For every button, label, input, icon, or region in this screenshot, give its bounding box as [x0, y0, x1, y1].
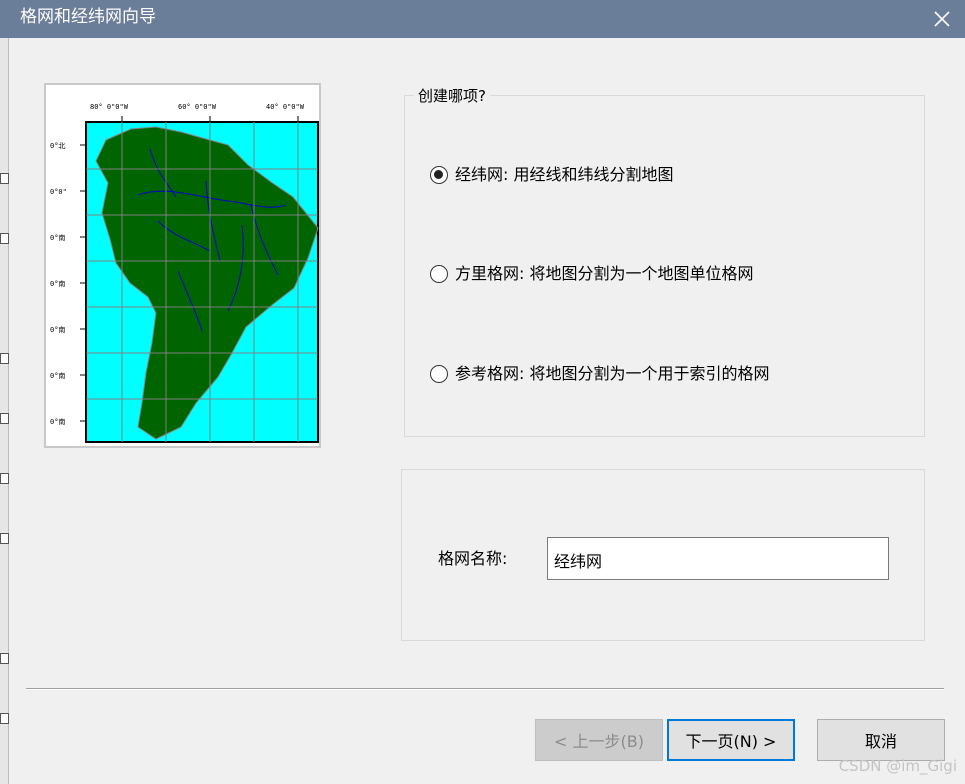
title-bar: 格网和经纬网向导 — [0, 0, 965, 38]
graticule-radio[interactable]: 经纬网: 用经线和纬线分割地图 — [430, 165, 673, 185]
window-title: 格网和经纬网向导 — [20, 7, 156, 27]
map-side-label: 0°南 — [50, 417, 65, 426]
watermark: CSDN @im_Gigi — [838, 757, 957, 775]
graticule-radio-label: 经纬网: 用经线和纬线分割地图 — [455, 165, 674, 184]
map-side-label: 0°南 — [50, 279, 65, 288]
map-side-label: 0°0" — [50, 188, 67, 196]
separator — [26, 688, 944, 690]
checkbox-icon — [0, 233, 9, 244]
checkbox-icon — [0, 713, 9, 724]
reference-grid-radio[interactable]: 参考格网: 将地图分割为一个用于索引的格网 — [430, 364, 769, 384]
next-button[interactable]: 下一页(N) > — [667, 719, 795, 761]
map-side-label: 0°南 — [50, 233, 65, 242]
back-button[interactable]: < 上一步(B) — [535, 719, 663, 761]
map-top-label: 60° 0"0"W — [178, 103, 217, 111]
measured-grid-radio[interactable]: 方里格网: 将地图分割为一个地图单位格网 — [430, 264, 753, 284]
create-type-legend: 创建哪项? — [414, 86, 490, 106]
map-top-label: 80° 0"0"W — [90, 103, 129, 111]
reference-grid-radio-label: 参考格网: 将地图分割为一个用于索引的格网 — [455, 364, 770, 383]
map-side-label: 0°北 — [50, 142, 65, 150]
radio-unchecked-icon[interactable] — [430, 365, 448, 383]
close-button[interactable] — [919, 0, 965, 38]
grid-name-label: 格网名称: — [438, 549, 508, 568]
cancel-button[interactable]: 取消 — [817, 719, 945, 761]
map-side-label: 0°南 — [50, 325, 65, 334]
checkbox-icon — [0, 653, 9, 664]
checkbox-icon — [0, 173, 9, 184]
radio-unchecked-icon[interactable] — [430, 265, 448, 283]
checkbox-icon — [0, 413, 9, 424]
checkbox-icon — [0, 353, 9, 364]
south-america-map: 80° 0"0"W 60° 0"0"W 40° 0"0"W 0°北 0°0" 0… — [50, 103, 319, 443]
measured-grid-radio-label: 方里格网: 将地图分割为一个地图单位格网 — [455, 264, 754, 283]
checkbox-icon — [0, 533, 9, 544]
map-top-label: 40° 0"0"W — [266, 103, 305, 111]
map-preview: 80° 0"0"W 60° 0"0"W 40° 0"0"W 0°北 0°0" 0… — [44, 83, 321, 448]
map-side-label: 0°南 — [50, 371, 65, 380]
grid-name-input[interactable] — [547, 537, 889, 580]
radio-checked-icon[interactable] — [430, 166, 448, 184]
checkbox-icon — [0, 473, 9, 484]
background-window-edge — [0, 38, 9, 784]
close-icon — [934, 11, 950, 27]
